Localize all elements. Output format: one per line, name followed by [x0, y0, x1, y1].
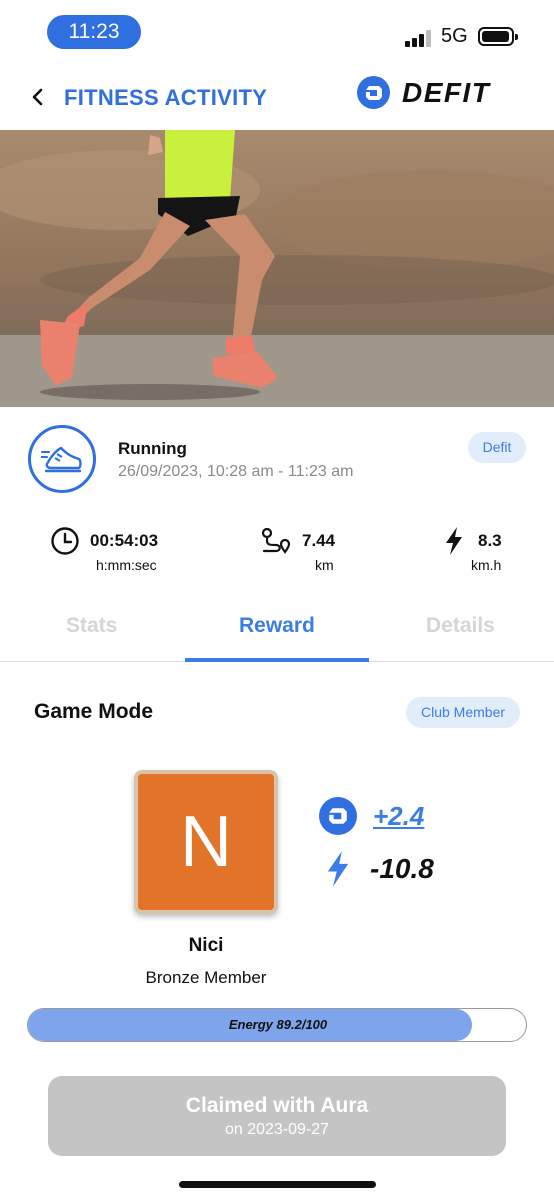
duration-unit: h:mm:sec [96, 557, 157, 573]
chevron-left-icon [32, 88, 43, 106]
defit-token-icon [319, 797, 357, 835]
network-label: 5G [441, 25, 468, 47]
duration-stat: 00:54:03 [50, 526, 158, 556]
tab-reward[interactable]: Reward [239, 614, 315, 638]
distance-unit: km [315, 557, 334, 573]
tab-stats[interactable]: Stats [66, 614, 117, 638]
game-mode-title: Game Mode [34, 700, 154, 723]
tab-details[interactable]: Details [426, 614, 495, 638]
membership-badge: Club Member [406, 697, 520, 728]
page-title: FITNESS ACTIVITY [64, 85, 268, 110]
distance-stat: 7.44 [260, 526, 335, 556]
speed-unit: km.h [471, 557, 502, 573]
home-indicator [179, 1181, 376, 1188]
user-name: Nici [188, 935, 224, 956]
energy-label: Energy 89.2/100 [228, 1017, 328, 1032]
source-badge: Defit [468, 432, 526, 463]
claim-title: Claimed with Aura [185, 1094, 369, 1117]
speed-stat: 8.3 [444, 526, 502, 556]
distance-value: 7.44 [302, 531, 336, 550]
lightning-icon [446, 527, 462, 555]
claim-date: on 2023-09-27 [224, 1121, 330, 1138]
token-reward-row: +2.4 [319, 797, 424, 835]
activity-hero-image [0, 130, 554, 407]
token-reward-link[interactable]: +2.4 [373, 801, 424, 832]
clock-icon [51, 527, 79, 555]
energy-change-value: -10.8 [370, 853, 434, 884]
energy-change-row: -10.8 [322, 850, 434, 888]
claim-button[interactable]: Claimed with Aura on 2023-09-27 [48, 1076, 506, 1156]
defit-logo-icon [357, 76, 390, 109]
energy-progress-bar: Energy 89.2/100 [27, 1008, 527, 1042]
duration-value: 00:54:03 [90, 531, 159, 550]
status-bar: 11:23 5G [0, 0, 554, 62]
detail-tabs: Stats Reward Details [0, 604, 554, 662]
battery-icon [478, 27, 518, 46]
activity-type: Running [118, 439, 187, 458]
activity-datetime: 26/09/2023, 10:28 am - 11:23 am [118, 463, 354, 480]
lightning-icon [327, 851, 349, 887]
signal-icon [405, 29, 435, 47]
user-tier: Bronze Member [145, 968, 267, 987]
brand-logo: DEFIT [357, 76, 490, 109]
brand-name: DEFIT [402, 76, 491, 108]
route-icon [261, 527, 291, 554]
active-tab-indicator [185, 658, 369, 662]
speed-value: 8.3 [478, 531, 502, 550]
avatar: N [134, 770, 278, 914]
back-button[interactable] [26, 82, 48, 112]
avatar-letter: N [138, 774, 274, 910]
status-time: 11:23 [47, 15, 141, 49]
app-header: FITNESS ACTIVITY DEFIT [0, 62, 554, 130]
running-shoe-icon [28, 425, 96, 493]
